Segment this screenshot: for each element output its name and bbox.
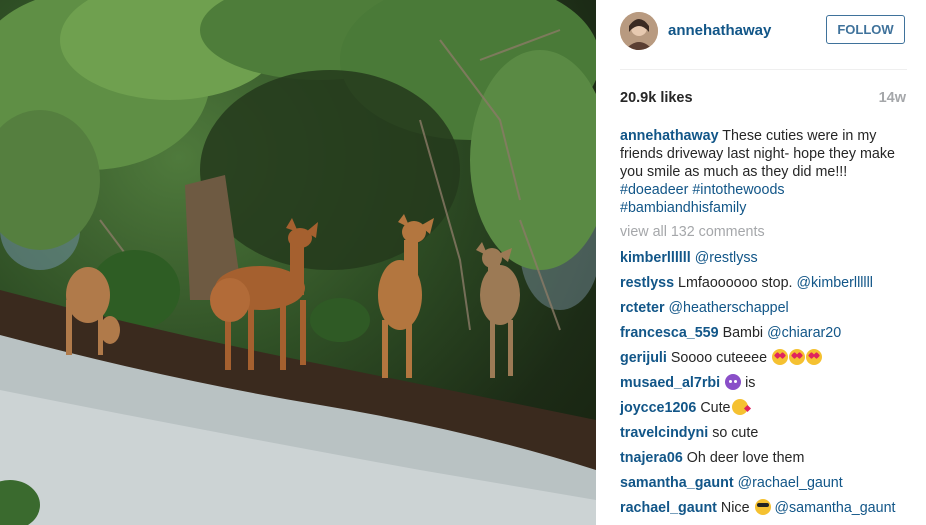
comment-text: Cute <box>700 400 731 416</box>
kiss-emoji-icon <box>731 399 748 415</box>
post-header: annehathaway FOLLOW <box>620 12 907 52</box>
comment-item: rcteter @heatherschappel <box>620 299 920 324</box>
comment-text: so cute <box>712 425 759 441</box>
deer-photo-illustration <box>0 0 596 525</box>
comment-text: Oh deer love them <box>686 450 805 466</box>
follow-button[interactable]: FOLLOW <box>826 15 905 44</box>
comment-text: is <box>741 375 756 391</box>
comment-text: Bambi <box>722 325 768 341</box>
comment-username[interactable]: joycce1206 <box>620 400 696 416</box>
hashtag[interactable]: #bambiandhisfamily <box>620 200 746 216</box>
comment-username[interactable]: tnajera06 <box>620 450 683 466</box>
comment-text: Nice <box>720 500 754 516</box>
comment-username[interactable]: rcteter <box>620 300 665 316</box>
comment-item: gerijuli Soooo cuteeee <box>620 349 920 374</box>
comment-item: kimberllllll @restlyss <box>620 249 920 274</box>
comment-text: Soooo cuteeee <box>670 350 772 366</box>
comment-username[interactable]: restlyss <box>620 275 674 291</box>
comment-username[interactable]: samantha_gaunt <box>620 475 734 491</box>
comment-item: rachael_gaunt Nice @samantha_gaunt <box>620 499 920 524</box>
heart-eyes-emoji-icon <box>806 349 823 365</box>
hashtag[interactable]: #doeadeer <box>620 182 688 198</box>
likes-count[interactable]: 20.9k likes <box>620 90 693 106</box>
comment-item: samantha_gaunt @rachael_gaunt <box>620 474 920 499</box>
comment-mention[interactable]: @samantha_gaunt <box>774 500 895 516</box>
comment-text: Lmfaoooooo stop. <box>678 275 797 291</box>
comment-mention[interactable]: @heatherschappel <box>669 300 789 316</box>
post-age[interactable]: 14w <box>879 90 906 106</box>
devil-emoji-icon <box>725 374 742 390</box>
view-all-comments-link[interactable]: view all 132 comments <box>620 224 765 240</box>
comment-username[interactable]: travelcindyni <box>620 425 708 441</box>
comment-username[interactable]: francesca_559 <box>620 325 719 341</box>
sunglasses-emoji-icon <box>754 499 771 515</box>
avatar-photo-icon <box>620 12 658 50</box>
comment-username[interactable]: musaed_al7rbi <box>620 375 720 391</box>
heart-eyes-emoji-icon <box>789 349 806 365</box>
caption-username[interactable]: annehathaway <box>620 128 719 144</box>
comment-username[interactable]: gerijuli <box>620 350 667 366</box>
comment-mention[interactable]: @restlyss <box>695 250 758 266</box>
comment-mention[interactable]: @rachael_gaunt <box>738 475 843 491</box>
post-details-panel: annehathaway FOLLOW 20.9k likes 14w anne… <box>596 0 926 525</box>
comment-item: tnajera06 Oh deer love them <box>620 449 920 474</box>
comment-item: restlyss Lmfaoooooo stop. @kimberllllll <box>620 274 920 299</box>
divider <box>620 69 907 70</box>
comments-list: kimberllllll @restlyss restlyss Lmfaooooo… <box>620 249 920 524</box>
post-photo[interactable] <box>0 0 596 525</box>
header-username[interactable]: annehathaway <box>668 22 771 39</box>
comment-mention[interactable]: @kimberllllll <box>796 275 872 291</box>
comment-item: francesca_559 Bambi @chiarar20 <box>620 324 920 349</box>
comment-username[interactable]: kimberllllll <box>620 250 691 266</box>
comment-item: travelcindyni so cute <box>620 424 920 449</box>
comment-item: musaed_al7rbi is <box>620 374 920 399</box>
hashtag[interactable]: #intothewoods <box>692 182 784 198</box>
post-caption: annehathaway These cuties were in my fri… <box>620 127 915 217</box>
heart-eyes-emoji-icon <box>772 349 789 365</box>
comment-username[interactable]: rachael_gaunt <box>620 500 717 516</box>
comment-mention[interactable]: @chiarar20 <box>767 325 841 341</box>
avatar[interactable] <box>620 12 658 50</box>
comment-item: joycce1206 Cute <box>620 399 920 424</box>
